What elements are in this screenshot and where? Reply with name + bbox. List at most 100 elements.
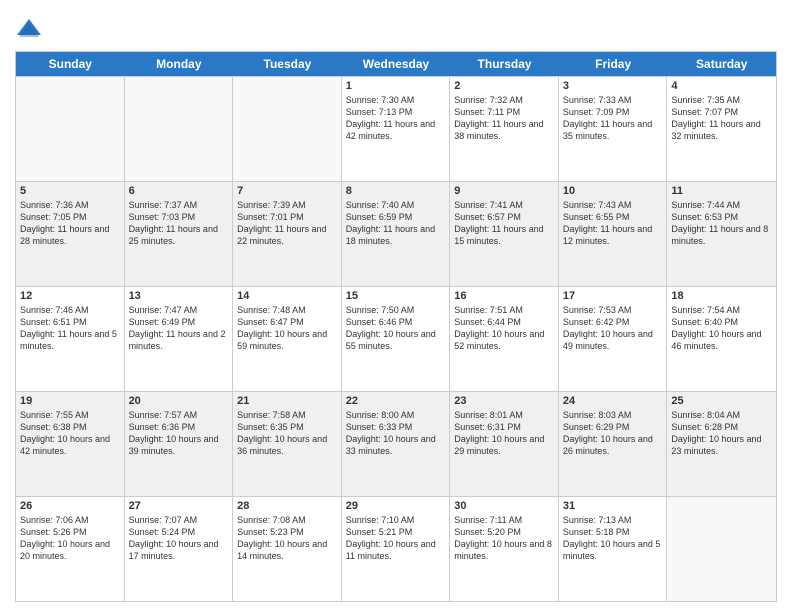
cell-detail: Sunrise: 7:57 AM Sunset: 6:36 PM Dayligh… <box>129 409 229 458</box>
day-number: 24 <box>563 395 663 407</box>
cell-detail: Sunrise: 7:35 AM Sunset: 7:07 PM Dayligh… <box>671 94 772 143</box>
cell-detail: Sunrise: 7:30 AM Sunset: 7:13 PM Dayligh… <box>346 94 446 143</box>
day-number: 5 <box>20 185 120 197</box>
day-number: 3 <box>563 80 663 92</box>
calendar-cell-r2c3: 15 Sunrise: 7:50 AM Sunset: 6:46 PM Dayli… <box>342 287 451 391</box>
calendar-cell-r3c5: 24 Sunrise: 8:03 AM Sunset: 6:29 PM Dayli… <box>559 392 668 496</box>
calendar-cell-r0c4: 2 Sunrise: 7:32 AM Sunset: 7:11 PM Daylig… <box>450 77 559 181</box>
header-day-friday: Friday <box>559 52 668 76</box>
day-number: 7 <box>237 185 337 197</box>
cell-detail: Sunrise: 7:33 AM Sunset: 7:09 PM Dayligh… <box>563 94 663 143</box>
cell-detail: Sunrise: 8:03 AM Sunset: 6:29 PM Dayligh… <box>563 409 663 458</box>
cell-detail: Sunrise: 7:36 AM Sunset: 7:05 PM Dayligh… <box>20 199 120 248</box>
cell-detail: Sunrise: 7:11 AM Sunset: 5:20 PM Dayligh… <box>454 514 554 563</box>
calendar-cell-r0c1 <box>125 77 234 181</box>
calendar-cell-r4c2: 28 Sunrise: 7:08 AM Sunset: 5:23 PM Dayli… <box>233 497 342 601</box>
calendar-cell-r2c2: 14Sunrise: 7:48 AM Sunset: 6:47 PM Dayli… <box>233 287 342 391</box>
calendar-cell-r0c2 <box>233 77 342 181</box>
calendar-cell-r1c5: 10 Sunrise: 7:43 AM Sunset: 6:55 PM Dayli… <box>559 182 668 286</box>
day-number: 14 <box>237 290 337 302</box>
cell-detail: Sunrise: 8:01 AM Sunset: 6:31 PM Dayligh… <box>454 409 554 458</box>
calendar-cell-r3c1: 20 Sunrise: 7:57 AM Sunset: 6:36 PM Dayli… <box>125 392 234 496</box>
header-day-saturday: Saturday <box>667 52 776 76</box>
cell-detail: Sunrise: 7:13 AM Sunset: 5:18 PM Dayligh… <box>563 514 663 563</box>
header-day-wednesday: Wednesday <box>342 52 451 76</box>
calendar-row-0: 1 Sunrise: 7:30 AM Sunset: 7:13 PM Daylig… <box>16 76 776 181</box>
cell-detail: Sunrise: 7:54 AM Sunset: 6:40 PM Dayligh… <box>671 304 772 353</box>
calendar-cell-r3c0: 19 Sunrise: 7:55 AM Sunset: 6:38 PM Dayli… <box>16 392 125 496</box>
day-number: 17 <box>563 290 663 302</box>
day-number: 9 <box>454 185 554 197</box>
calendar-cell-r3c6: 25 Sunrise: 8:04 AM Sunset: 6:28 PM Dayli… <box>667 392 776 496</box>
calendar-cell-r4c0: 26Sunrise: 7:06 AM Sunset: 5:26 PM Dayli… <box>16 497 125 601</box>
logo-icon <box>15 15 43 43</box>
calendar-header: SundayMondayTuesdayWednesdayThursdayFrid… <box>16 52 776 76</box>
header-day-sunday: Sunday <box>16 52 125 76</box>
calendar-cell-r2c5: 17 Sunrise: 7:53 AM Sunset: 6:42 PM Dayli… <box>559 287 668 391</box>
cell-detail: Sunrise: 8:00 AM Sunset: 6:33 PM Dayligh… <box>346 409 446 458</box>
calendar-cell-r0c6: 4 Sunrise: 7:35 AM Sunset: 7:07 PM Daylig… <box>667 77 776 181</box>
day-number: 13 <box>129 290 229 302</box>
day-number: 11 <box>671 185 772 197</box>
day-number: 27 <box>129 500 229 512</box>
day-number: 16 <box>454 290 554 302</box>
calendar-cell-r2c1: 13 Sunrise: 7:47 AM Sunset: 6:49 PM Dayli… <box>125 287 234 391</box>
day-number: 1 <box>346 80 446 92</box>
calendar-cell-r4c5: 31 Sunrise: 7:13 AM Sunset: 5:18 PM Dayli… <box>559 497 668 601</box>
day-number: 6 <box>129 185 229 197</box>
calendar-cell-r4c6 <box>667 497 776 601</box>
cell-detail: Sunrise: 7:07 AM Sunset: 5:24 PM Dayligh… <box>129 514 229 563</box>
cell-detail: Sunrise: 7:55 AM Sunset: 6:38 PM Dayligh… <box>20 409 120 458</box>
cell-detail: Sunrise: 7:10 AM Sunset: 5:21 PM Dayligh… <box>346 514 446 563</box>
day-number: 28 <box>237 500 337 512</box>
calendar-cell-r1c3: 8Sunrise: 7:40 AM Sunset: 6:59 PM Daylig… <box>342 182 451 286</box>
calendar-row-2: 12Sunrise: 7:46 AM Sunset: 6:51 PM Dayli… <box>16 286 776 391</box>
day-number: 31 <box>563 500 663 512</box>
calendar-cell-r2c6: 18 Sunrise: 7:54 AM Sunset: 6:40 PM Dayli… <box>667 287 776 391</box>
header-day-thursday: Thursday <box>450 52 559 76</box>
cell-detail: Sunrise: 7:39 AM Sunset: 7:01 PM Dayligh… <box>237 199 337 248</box>
cell-detail: Sunrise: 7:47 AM Sunset: 6:49 PM Dayligh… <box>129 304 229 353</box>
calendar-cell-r0c3: 1 Sunrise: 7:30 AM Sunset: 7:13 PM Daylig… <box>342 77 451 181</box>
cell-detail: Sunrise: 7:51 AM Sunset: 6:44 PM Dayligh… <box>454 304 554 353</box>
day-number: 12 <box>20 290 120 302</box>
cell-detail: Sunrise: 7:08 AM Sunset: 5:23 PM Dayligh… <box>237 514 337 563</box>
cell-detail: Sunrise: 7:58 AM Sunset: 6:35 PM Dayligh… <box>237 409 337 458</box>
cell-detail: Sunrise: 7:50 AM Sunset: 6:46 PM Dayligh… <box>346 304 446 353</box>
calendar-cell-r1c6: 11Sunrise: 7:44 AM Sunset: 6:53 PM Dayli… <box>667 182 776 286</box>
day-number: 20 <box>129 395 229 407</box>
day-number: 18 <box>671 290 772 302</box>
cell-detail: Sunrise: 7:43 AM Sunset: 6:55 PM Dayligh… <box>563 199 663 248</box>
calendar-cell-r0c5: 3 Sunrise: 7:33 AM Sunset: 7:09 PM Daylig… <box>559 77 668 181</box>
calendar-cell-r4c3: 29 Sunrise: 7:10 AM Sunset: 5:21 PM Dayli… <box>342 497 451 601</box>
calendar-row-3: 19 Sunrise: 7:55 AM Sunset: 6:38 PM Dayli… <box>16 391 776 496</box>
day-number: 30 <box>454 500 554 512</box>
cell-detail: Sunrise: 8:04 AM Sunset: 6:28 PM Dayligh… <box>671 409 772 458</box>
calendar-cell-r3c2: 21 Sunrise: 7:58 AM Sunset: 6:35 PM Dayli… <box>233 392 342 496</box>
calendar-cell-r4c4: 30 Sunrise: 7:11 AM Sunset: 5:20 PM Dayli… <box>450 497 559 601</box>
calendar-cell-r0c0 <box>16 77 125 181</box>
day-number: 15 <box>346 290 446 302</box>
day-number: 8 <box>346 185 446 197</box>
day-number: 21 <box>237 395 337 407</box>
cell-detail: Sunrise: 7:37 AM Sunset: 7:03 PM Dayligh… <box>129 199 229 248</box>
day-number: 4 <box>671 80 772 92</box>
calendar-cell-r1c4: 9 Sunrise: 7:41 AM Sunset: 6:57 PM Daylig… <box>450 182 559 286</box>
calendar-row-1: 5 Sunrise: 7:36 AM Sunset: 7:05 PM Daylig… <box>16 181 776 286</box>
logo <box>15 15 47 43</box>
cell-detail: Sunrise: 7:53 AM Sunset: 6:42 PM Dayligh… <box>563 304 663 353</box>
day-number: 29 <box>346 500 446 512</box>
calendar-cell-r1c1: 6 Sunrise: 7:37 AM Sunset: 7:03 PM Daylig… <box>125 182 234 286</box>
day-number: 25 <box>671 395 772 407</box>
calendar-row-4: 26Sunrise: 7:06 AM Sunset: 5:26 PM Dayli… <box>16 496 776 601</box>
page: SundayMondayTuesdayWednesdayThursdayFrid… <box>0 0 792 612</box>
header-day-monday: Monday <box>125 52 234 76</box>
cell-detail: Sunrise: 7:41 AM Sunset: 6:57 PM Dayligh… <box>454 199 554 248</box>
day-number: 10 <box>563 185 663 197</box>
header-day-tuesday: Tuesday <box>233 52 342 76</box>
cell-detail: Sunrise: 7:32 AM Sunset: 7:11 PM Dayligh… <box>454 94 554 143</box>
calendar-cell-r3c4: 23Sunrise: 8:01 AM Sunset: 6:31 PM Dayli… <box>450 392 559 496</box>
day-number: 2 <box>454 80 554 92</box>
day-number: 19 <box>20 395 120 407</box>
calendar-cell-r4c1: 27 Sunrise: 7:07 AM Sunset: 5:24 PM Dayli… <box>125 497 234 601</box>
